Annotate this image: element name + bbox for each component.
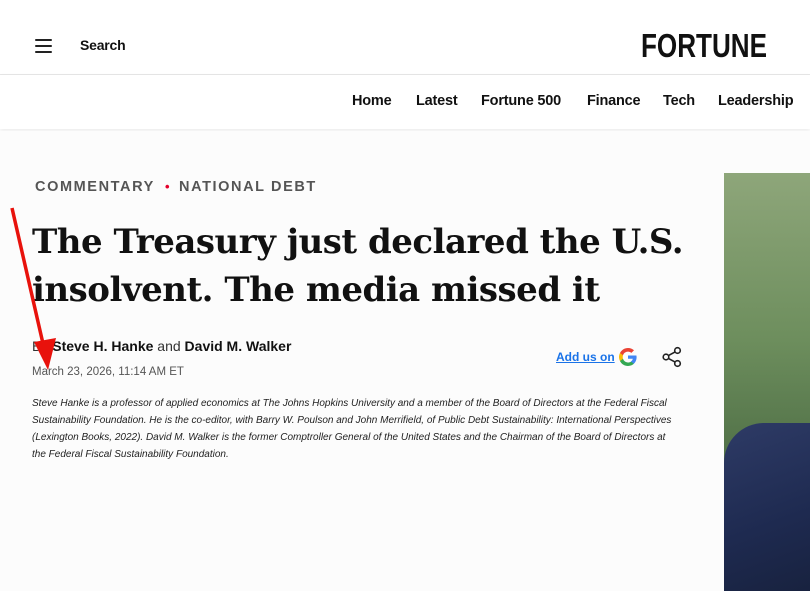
nav-latest[interactable]: Latest (416, 93, 458, 109)
breadcrumb-national-debt[interactable]: NATIONAL DEBT (179, 179, 317, 195)
photo-subject (724, 423, 810, 591)
nav-fortune-500[interactable]: Fortune 500 (481, 93, 561, 109)
article-hero-photo (724, 173, 810, 591)
top-bar: Search FORTUNE (0, 0, 810, 75)
main-nav: Home Latest Fortune 500 Finance Tech Lea… (0, 75, 810, 129)
nav-finance[interactable]: Finance (587, 93, 641, 109)
byline: By Steve H. Hanke and David M. Walker (32, 338, 291, 354)
breadcrumb-separator: • (165, 179, 170, 194)
add-us-on-google-link[interactable]: Add us on (556, 350, 615, 364)
article-headline: The Treasury just declared the U.S. inso… (32, 222, 684, 310)
publish-date: March 23, 2026, 11:14 AM ET (32, 366, 184, 378)
byline-and: and (157, 338, 181, 354)
share-icon[interactable] (661, 346, 683, 368)
author-bio: Steve Hanke is a professor of applied ec… (32, 398, 672, 460)
google-icon[interactable] (619, 348, 637, 366)
nav-home[interactable]: Home (352, 93, 392, 109)
search-button[interactable]: Search (80, 37, 126, 53)
fortune-logo[interactable]: FORTUNE (640, 27, 768, 63)
author-link-hanke[interactable]: Steve H. Hanke (52, 338, 153, 354)
article-area (0, 131, 810, 591)
nav-leadership[interactable]: Leadership (718, 93, 794, 109)
breadcrumb-commentary[interactable]: COMMENTARY (35, 179, 155, 195)
byline-prefix: By (32, 338, 49, 354)
author-link-walker[interactable]: David M. Walker (185, 338, 292, 354)
nav-tech[interactable]: Tech (663, 93, 695, 109)
logo-text: FORTUNE (641, 27, 767, 63)
hamburger-menu-icon[interactable] (34, 38, 54, 54)
